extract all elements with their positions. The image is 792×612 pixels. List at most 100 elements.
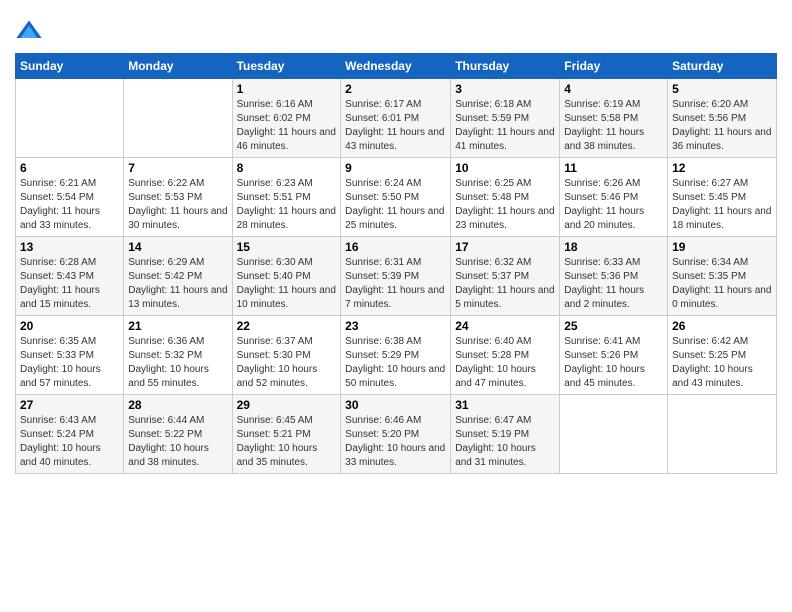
day-number: 30 — [345, 398, 446, 412]
day-detail: Sunrise: 6:27 AMSunset: 5:45 PMDaylight:… — [672, 177, 772, 233]
day-detail: Sunrise: 6:20 AMSunset: 5:56 PMDaylight:… — [672, 98, 772, 154]
calendar-cell — [560, 395, 668, 474]
day-number: 14 — [128, 240, 227, 254]
day-detail: Sunrise: 6:31 AMSunset: 5:39 PMDaylight:… — [345, 256, 446, 312]
day-number: 20 — [20, 319, 119, 333]
calendar-cell: 11 Sunrise: 6:26 AMSunset: 5:46 PMDayligh… — [560, 158, 668, 237]
calendar-cell: 4 Sunrise: 6:19 AMSunset: 5:58 PMDaylight… — [560, 79, 668, 158]
col-tuesday: Tuesday — [232, 54, 341, 79]
day-detail: Sunrise: 6:37 AMSunset: 5:30 PMDaylight:… — [237, 335, 337, 391]
calendar-cell: 26Sunrise: 6:42 AMSunset: 5:25 PMDayligh… — [668, 316, 777, 395]
day-detail: Sunrise: 6:26 AMSunset: 5:46 PMDaylight:… — [564, 177, 663, 233]
page: Sunday Monday Tuesday Wednesday Thursday… — [0, 0, 792, 612]
day-number: 28 — [128, 398, 227, 412]
day-detail: Sunrise: 6:35 AMSunset: 5:33 PMDaylight:… — [20, 335, 119, 391]
day-number: 29 — [237, 398, 337, 412]
calendar-cell: 3 Sunrise: 6:18 AMSunset: 5:59 PMDaylight… — [451, 79, 560, 158]
day-detail: Sunrise: 6:41 AMSunset: 5:26 PMDaylight:… — [564, 335, 663, 391]
col-sunday: Sunday — [16, 54, 124, 79]
calendar-cell: 27 Sunrise: 6:43 AMSunset: 5:24 PMDayligh… — [16, 395, 124, 474]
col-saturday: Saturday — [668, 54, 777, 79]
col-monday: Monday — [124, 54, 232, 79]
day-number: 25 — [564, 319, 663, 333]
calendar-cell: 24 Sunrise: 6:40 AMSunset: 5:28 PMDayligh… — [451, 316, 560, 395]
calendar-cell: 30 Sunrise: 6:46 AMSunset: 5:20 PMDayligh… — [341, 395, 451, 474]
day-detail: Sunrise: 6:22 AMSunset: 5:53 PMDaylight:… — [128, 177, 227, 233]
day-number: 17 — [455, 240, 555, 254]
calendar-cell: 14Sunrise: 6:29 AMSunset: 5:42 PMDayligh… — [124, 237, 232, 316]
day-number: 12 — [672, 161, 772, 175]
calendar-week-row: 27 Sunrise: 6:43 AMSunset: 5:24 PMDayligh… — [16, 395, 777, 474]
calendar-week-row: 6 Sunrise: 6:21 AMSunset: 5:54 PMDaylight… — [16, 158, 777, 237]
day-number: 1 — [237, 82, 337, 96]
day-detail: Sunrise: 6:24 AMSunset: 5:50 PMDaylight:… — [345, 177, 446, 233]
day-number: 24 — [455, 319, 555, 333]
day-detail: Sunrise: 6:28 AMSunset: 5:43 PMDaylight:… — [20, 256, 119, 312]
day-number: 15 — [237, 240, 337, 254]
day-number: 21 — [128, 319, 227, 333]
logo — [15, 15, 45, 45]
calendar-cell: 15 Sunrise: 6:30 AMSunset: 5:40 PMDayligh… — [232, 237, 341, 316]
calendar-cell: 12 Sunrise: 6:27 AMSunset: 5:45 PMDayligh… — [668, 158, 777, 237]
day-detail: Sunrise: 6:34 AMSunset: 5:35 PMDaylight:… — [672, 256, 772, 312]
day-detail: Sunrise: 6:46 AMSunset: 5:20 PMDaylight:… — [345, 414, 446, 470]
calendar-cell: 22 Sunrise: 6:37 AMSunset: 5:30 PMDayligh… — [232, 316, 341, 395]
day-number: 6 — [20, 161, 119, 175]
day-number: 2 — [345, 82, 446, 96]
day-detail: Sunrise: 6:40 AMSunset: 5:28 PMDaylight:… — [455, 335, 555, 391]
day-number: 27 — [20, 398, 119, 412]
day-detail: Sunrise: 6:21 AMSunset: 5:54 PMDaylight:… — [20, 177, 119, 233]
day-number: 10 — [455, 161, 555, 175]
day-detail: Sunrise: 6:47 AMSunset: 5:19 PMDaylight:… — [455, 414, 555, 470]
calendar-cell: 18Sunrise: 6:33 AMSunset: 5:36 PMDayligh… — [560, 237, 668, 316]
calendar-cell: 6 Sunrise: 6:21 AMSunset: 5:54 PMDaylight… — [16, 158, 124, 237]
calendar-cell: 25 Sunrise: 6:41 AMSunset: 5:26 PMDayligh… — [560, 316, 668, 395]
day-number: 4 — [564, 82, 663, 96]
day-detail: Sunrise: 6:16 AMSunset: 6:02 PMDaylight:… — [237, 98, 337, 154]
calendar-cell: 13 Sunrise: 6:28 AMSunset: 5:43 PMDayligh… — [16, 237, 124, 316]
calendar-cell: 23 Sunrise: 6:38 AMSunset: 5:29 PMDayligh… — [341, 316, 451, 395]
calendar-week-row: 20 Sunrise: 6:35 AMSunset: 5:33 PMDayligh… — [16, 316, 777, 395]
calendar-table: Sunday Monday Tuesday Wednesday Thursday… — [15, 53, 777, 474]
header — [15, 10, 777, 45]
calendar-cell: 5Sunrise: 6:20 AMSunset: 5:56 PMDaylight… — [668, 79, 777, 158]
day-number: 3 — [455, 82, 555, 96]
calendar-cell: 2 Sunrise: 6:17 AMSunset: 6:01 PMDaylight… — [341, 79, 451, 158]
calendar-cell — [668, 395, 777, 474]
day-detail: Sunrise: 6:36 AMSunset: 5:32 PMDaylight:… — [128, 335, 227, 391]
day-detail: Sunrise: 6:19 AMSunset: 5:58 PMDaylight:… — [564, 98, 663, 154]
calendar-header-row: Sunday Monday Tuesday Wednesday Thursday… — [16, 54, 777, 79]
calendar-cell: 16Sunrise: 6:31 AMSunset: 5:39 PMDayligh… — [341, 237, 451, 316]
day-number: 7 — [128, 161, 227, 175]
day-number: 13 — [20, 240, 119, 254]
day-number: 9 — [345, 161, 446, 175]
day-detail: Sunrise: 6:38 AMSunset: 5:29 PMDaylight:… — [345, 335, 446, 391]
day-number: 26 — [672, 319, 772, 333]
calendar-cell — [16, 79, 124, 158]
day-detail: Sunrise: 6:43 AMSunset: 5:24 PMDaylight:… — [20, 414, 119, 470]
calendar-cell: 10 Sunrise: 6:25 AMSunset: 5:48 PMDayligh… — [451, 158, 560, 237]
calendar-cell: 9 Sunrise: 6:24 AMSunset: 5:50 PMDaylight… — [341, 158, 451, 237]
calendar-cell: 17 Sunrise: 6:32 AMSunset: 5:37 PMDayligh… — [451, 237, 560, 316]
col-friday: Friday — [560, 54, 668, 79]
day-number: 22 — [237, 319, 337, 333]
day-number: 23 — [345, 319, 446, 333]
day-detail: Sunrise: 6:25 AMSunset: 5:48 PMDaylight:… — [455, 177, 555, 233]
day-number: 18 — [564, 240, 663, 254]
day-detail: Sunrise: 6:32 AMSunset: 5:37 PMDaylight:… — [455, 256, 555, 312]
day-detail: Sunrise: 6:45 AMSunset: 5:21 PMDaylight:… — [237, 414, 337, 470]
calendar-cell — [124, 79, 232, 158]
day-detail: Sunrise: 6:17 AMSunset: 6:01 PMDaylight:… — [345, 98, 446, 154]
calendar-cell: 7 Sunrise: 6:22 AMSunset: 5:53 PMDaylight… — [124, 158, 232, 237]
day-number: 11 — [564, 161, 663, 175]
day-detail: Sunrise: 6:30 AMSunset: 5:40 PMDaylight:… — [237, 256, 337, 312]
day-number: 8 — [237, 161, 337, 175]
day-detail: Sunrise: 6:44 AMSunset: 5:22 PMDaylight:… — [128, 414, 227, 470]
day-number: 31 — [455, 398, 555, 412]
calendar-cell: 28 Sunrise: 6:44 AMSunset: 5:22 PMDayligh… — [124, 395, 232, 474]
calendar-cell: 20 Sunrise: 6:35 AMSunset: 5:33 PMDayligh… — [16, 316, 124, 395]
calendar-cell: 31 Sunrise: 6:47 AMSunset: 5:19 PMDayligh… — [451, 395, 560, 474]
col-wednesday: Wednesday — [341, 54, 451, 79]
day-detail: Sunrise: 6:18 AMSunset: 5:59 PMDaylight:… — [455, 98, 555, 154]
day-number: 19 — [672, 240, 772, 254]
